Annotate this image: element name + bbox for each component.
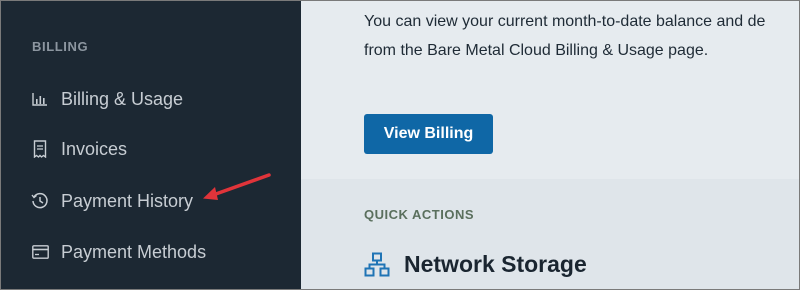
quick-actions-heading: QUICK ACTIONS [364, 207, 475, 222]
sidebar-item-label: Billing & Usage [61, 88, 184, 109]
billing-description: You can view your current month-to-date … [364, 13, 766, 59]
sidebar-item-invoices[interactable]: Invoices [31, 136, 127, 162]
network-storage-icon [364, 252, 390, 278]
receipt-icon [31, 140, 49, 158]
credit-card-icon [31, 243, 49, 261]
screenshot-frame: BILLING Billing & Usage Invoices Payment… [0, 0, 800, 290]
annotation-arrow-icon [203, 173, 271, 200]
sidebar-item-payment-methods[interactable]: Payment Methods [31, 239, 206, 265]
sidebar-section-label: BILLING [32, 39, 89, 54]
network-storage-title: Network Storage [404, 251, 587, 277]
sidebar-item-label: Invoices [61, 138, 128, 159]
sidebar-item-payment-history[interactable]: Payment History [31, 188, 193, 214]
sidebar: BILLING Billing & Usage Invoices Payment… [1, 1, 301, 289]
sidebar-item-billing-usage[interactable]: Billing & Usage [31, 86, 183, 112]
network-storage-action[interactable]: Network Storage [364, 251, 587, 278]
bar-chart-icon [31, 90, 49, 108]
sidebar-item-label: Payment Methods [61, 241, 207, 262]
view-billing-button[interactable]: View Billing [364, 114, 493, 154]
sidebar-item-label: Payment History [61, 190, 194, 211]
clock-history-icon [31, 192, 49, 210]
